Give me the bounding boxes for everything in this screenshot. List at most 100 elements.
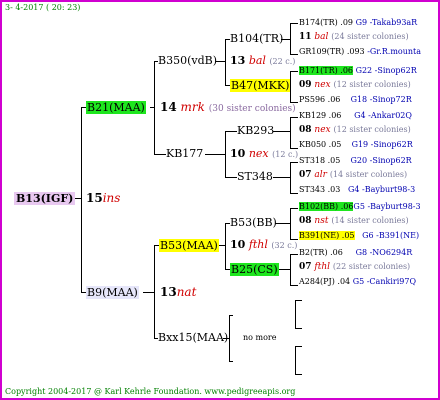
queen-gen4-a1-name[interactable]: B104(TR)	[230, 33, 283, 44]
connector	[154, 245, 155, 338]
year-number: 15	[86, 191, 103, 205]
connector	[290, 23, 298, 24]
queen-gen5-row[interactable]: B171(TR) .06 G22 -Sinop62R	[299, 66, 417, 75]
queen-gen4-b2-name[interactable]: ST348	[237, 171, 273, 182]
connector	[225, 131, 226, 177]
queen-gen2-upper-year: 14 mrk (30 sister colonies)	[160, 101, 296, 114]
connector	[295, 346, 296, 374]
queen-gen5-row[interactable]: KB050 .05 G19 -Sinop62R	[299, 141, 413, 149]
queen-gen5-row[interactable]: B2(TR) .06 G8 -NO6294R	[299, 249, 412, 257]
no-more-label: no more	[243, 333, 277, 342]
connector	[290, 208, 298, 209]
queen-gen3-b-year: 10 nex (12 c.)	[230, 148, 298, 159]
connector	[290, 71, 298, 72]
gen5-origin: G8 -NO6294R	[355, 248, 413, 257]
sister-count: (22 c.)	[269, 57, 296, 66]
sister-count: (22 sister colonies)	[332, 262, 411, 271]
connector	[154, 61, 155, 154]
queen-gen3-d-name[interactable]: Bxx15(MAA)	[158, 332, 228, 343]
gen5-year: 07 alr (14 sister colonies)	[299, 171, 407, 180]
connector	[229, 315, 233, 316]
year-tag: fthl	[248, 238, 268, 251]
gen5-id: KB129 .06	[299, 111, 342, 120]
queen-gen5-row[interactable]: PS596 .06 G18 -Sinop72R	[299, 96, 412, 104]
gen5-year: 09 nex (12 sister colonies)	[299, 81, 411, 90]
gen5-id: B391(NE) .05	[299, 231, 355, 240]
queen-gen1-year: 15ins	[86, 192, 120, 204]
connector	[225, 39, 226, 85]
gen5-id: KB050 .05	[299, 140, 342, 149]
gen5-origin: G4 -Bayburt98-3	[348, 185, 416, 194]
year-tag: nex	[248, 147, 269, 160]
gen5-year: 08 nex (12 sister colonies)	[299, 126, 411, 135]
year-tag: fthl	[314, 262, 331, 272]
queen-gen3-c-name[interactable]: B53(MAA)	[159, 239, 219, 252]
queen-gen1-name[interactable]: B13(IGF)	[14, 192, 76, 205]
queen-gen5-row[interactable]: GR109(TR) .093 -Gr.R.mounta	[299, 48, 421, 56]
queen-gen5-row[interactable]: B391(NE) .05 G6 -B391(NE)	[299, 231, 420, 240]
connector	[225, 177, 237, 178]
gen5-id: PS596 .06	[299, 95, 341, 104]
queen-gen4-c2-name[interactable]: B25(CS)	[230, 263, 279, 276]
year-tag: nat	[176, 285, 197, 299]
connector	[290, 254, 298, 255]
queen-gen5-row[interactable]: B174(TR) .09 G9 -Takab93aR	[299, 19, 417, 27]
gen5-origin: G22 -Sinop62R	[355, 66, 417, 75]
connector	[225, 223, 226, 269]
connector	[290, 254, 291, 285]
connector	[154, 154, 166, 155]
connector	[290, 117, 291, 148]
sister-count: (12 sister colonies)	[333, 125, 411, 134]
year-number: 07	[299, 262, 312, 272]
gen5-origin: G18 -Sinop72R	[350, 95, 412, 104]
connector	[290, 162, 298, 163]
connector	[290, 23, 291, 54]
sister-count: (12 sister colonies)	[333, 80, 411, 89]
gen5-id: B171(TR) .06	[299, 66, 354, 75]
queen-gen5-row[interactable]: B102(BB) .06G5 -Bayburt98-3	[299, 202, 421, 211]
sister-count: (32 c.)	[271, 241, 298, 250]
gen5-id: ST343 .03	[299, 185, 341, 194]
year-number: 09	[299, 80, 312, 90]
connector	[295, 300, 302, 301]
year-tag: nst	[314, 216, 329, 226]
connector	[290, 117, 298, 118]
gen5-id: B2(TR) .06	[299, 248, 343, 257]
year-number: 10	[230, 238, 246, 251]
gen5-id: B174(TR) .09	[299, 18, 354, 27]
queen-gen5-row[interactable]: KB129 .06 G4 -Ankar02Q	[299, 112, 412, 120]
gen5-year: 08 nst (14 sister colonies)	[299, 217, 409, 226]
year-number: 08	[299, 125, 312, 135]
connector	[273, 177, 290, 178]
sister-count: (24 sister colonies)	[331, 32, 409, 41]
year-tag: bal	[248, 54, 266, 67]
connector	[216, 61, 225, 62]
connector	[273, 131, 290, 132]
queen-gen4-a2-name[interactable]: B47(MKK)	[230, 79, 291, 92]
gen5-origin: G5 -Bayburt98-3	[353, 202, 421, 211]
queen-gen5-row[interactable]: ST343 .03 G4 -Bayburt98-3	[299, 186, 415, 194]
gen5-origin: G6 -B391(NE)	[362, 231, 420, 240]
gen5-id: B102(BB) .06	[299, 202, 354, 211]
queen-gen5-row[interactable]: ST318 .05 G20 -Sinop62R	[299, 157, 412, 165]
queen-gen3-c-year: 10 fthl (32 c.)	[230, 239, 297, 250]
connector	[229, 315, 230, 361]
queen-gen4-b1-name[interactable]: KB293	[237, 125, 274, 136]
queen-gen3-a-name[interactable]: B350(vdB)	[158, 55, 217, 66]
year-tag: mrk	[180, 100, 205, 114]
queen-gen3-b-name[interactable]: KB177	[166, 148, 203, 159]
year-number: 14	[160, 100, 177, 114]
queen-gen2-upper-name[interactable]: B21(MAA)	[86, 101, 146, 114]
connector	[290, 162, 291, 193]
year-number: 13	[230, 54, 246, 67]
year-number: 10	[230, 147, 246, 160]
gen5-origin: G20 -Sinop62R	[350, 156, 412, 165]
queen-gen3-a-year: 13 bal (22 c.)	[230, 55, 295, 66]
queen-gen2-lower-name[interactable]: B9(MAA)	[86, 286, 139, 299]
connector	[295, 346, 302, 347]
queen-gen5-row[interactable]: A284(PJ) .04 G5 -Cankiri97Q	[299, 278, 416, 286]
sister-count: (12 c.)	[272, 150, 299, 159]
sister-count: (14 sister colonies)	[329, 170, 408, 179]
queen-gen4-c1-name[interactable]: B53(BB)	[230, 217, 277, 228]
connector	[143, 292, 154, 293]
